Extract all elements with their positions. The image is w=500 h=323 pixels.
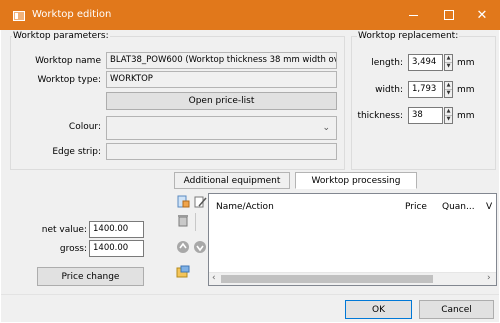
gross-label: gross: [59, 244, 87, 254]
open-price-list-button[interactable]: Open price-list [106, 92, 337, 110]
maximize-button[interactable] [431, 0, 467, 30]
worktop-type-field[interactable]: WORKTOP [106, 71, 337, 88]
move-up-icon[interactable] [176, 240, 190, 254]
colour-label: Colour: [68, 122, 101, 132]
spin-down-icon[interactable]: ▼ [445, 90, 452, 98]
net-value-label: net value: [41, 225, 87, 235]
net-value-field[interactable]: 1400.00 [89, 221, 144, 238]
worktop-replacement-legend: Worktop replacement: [357, 31, 460, 41]
scrollbar-thumb[interactable] [221, 275, 433, 283]
colour-select[interactable]: ⌄ [106, 116, 337, 140]
processing-icon[interactable] [176, 265, 190, 279]
tab-additional-equipment[interactable]: Additional equipment [174, 172, 290, 189]
toolbar-divider [195, 213, 196, 231]
tab-worktop-processing[interactable]: Worktop processing [295, 172, 417, 189]
cancel-button[interactable]: Cancel [419, 300, 494, 319]
length-label: length: [371, 58, 403, 68]
column-header-price[interactable]: Price [405, 202, 427, 212]
price-change-button[interactable]: Price change [37, 267, 144, 286]
footer-divider [1, 294, 499, 295]
edge-strip-field[interactable] [106, 143, 337, 160]
thickness-input[interactable]: 38 [408, 107, 443, 124]
worktop-parameters-legend: Worktop parameters: [12, 31, 110, 41]
add-icon[interactable] [176, 195, 190, 209]
processing-grid[interactable]: Name/Action Price Quan... V ‹ › [208, 193, 497, 286]
width-unit: mm [457, 85, 475, 95]
scroll-right-icon[interactable]: › [487, 273, 491, 283]
minimize-button[interactable] [395, 0, 431, 30]
column-header-name[interactable]: Name/Action [216, 202, 274, 212]
edge-strip-label: Edge strip: [52, 147, 101, 157]
dialog-body: Worktop parameters: Worktop name BLAT38_… [1, 30, 499, 322]
spin-up-icon[interactable]: ▲ [445, 108, 452, 116]
spin-down-icon[interactable]: ▼ [445, 116, 452, 124]
close-button[interactable]: ✕ [464, 0, 500, 30]
chevron-down-icon: ⌄ [322, 123, 330, 133]
move-down-icon[interactable] [193, 240, 207, 254]
worktop-type-label: Worktop type: [37, 75, 101, 85]
thickness-unit: mm [457, 111, 475, 121]
length-unit: mm [457, 58, 475, 68]
window-title: Worktop edition [32, 9, 112, 20]
spin-down-icon[interactable]: ▼ [445, 63, 452, 71]
ok-button[interactable]: OK [345, 300, 412, 319]
edit-icon[interactable] [193, 195, 207, 209]
title-bar: Worktop edition ✕ [0, 0, 500, 30]
spin-up-icon[interactable]: ▲ [445, 82, 452, 90]
horizontal-scrollbar[interactable]: ‹ › [209, 272, 496, 285]
length-input[interactable]: 3,494 [408, 54, 443, 71]
app-icon [13, 11, 25, 21]
spin-up-icon[interactable]: ▲ [445, 55, 452, 63]
thickness-spinner[interactable]: ▲ ▼ [444, 107, 453, 124]
width-input[interactable]: 1,793 [408, 81, 443, 98]
thickness-label: thickness: [357, 111, 403, 121]
gross-value-field[interactable]: 1400.00 [89, 240, 144, 257]
column-header-quantity[interactable]: Quan... [442, 202, 475, 212]
width-label: width: [375, 85, 403, 95]
scroll-left-icon[interactable]: ‹ [212, 273, 216, 283]
worktop-name-label: Worktop name [35, 56, 101, 66]
column-header-v[interactable]: V [486, 202, 492, 212]
length-spinner[interactable]: ▲ ▼ [444, 54, 453, 71]
width-spinner[interactable]: ▲ ▼ [444, 81, 453, 98]
worktop-name-field[interactable]: BLAT38_POW600 (Worktop thickness 38 mm w… [106, 52, 337, 69]
delete-icon[interactable] [176, 213, 190, 227]
